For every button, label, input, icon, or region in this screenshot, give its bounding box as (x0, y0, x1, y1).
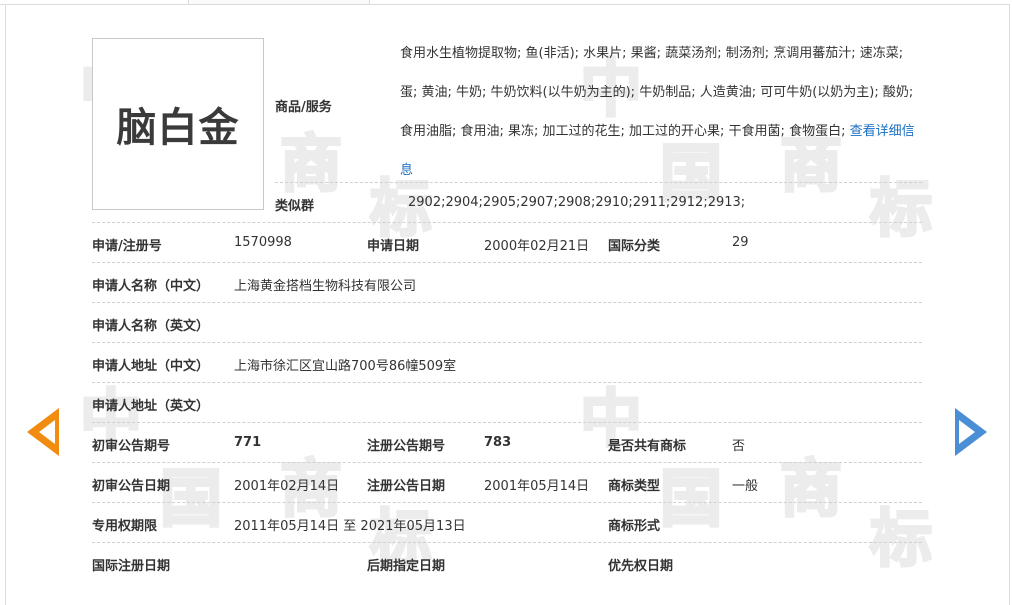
exclusive-label: 专用权期限 (92, 519, 158, 534)
prelim-date-value: 2001年02月14日 (234, 479, 340, 494)
goods-text: 食用水生植物提取物; 鱼(非活); 水果片; 果酱; 蔬菜汤剂; 制汤剂; 烹调… (400, 46, 914, 139)
reg-date-label: 注册公告日期 (367, 479, 446, 494)
applicant-en-label: 申请人名称（英文） (92, 319, 210, 334)
applicant-cn-label: 申请人名称（中文） (92, 279, 210, 294)
intl-class-label: 国际分类 (608, 239, 661, 254)
divider (92, 502, 922, 503)
intl-class-value: 29 (732, 235, 749, 250)
tab-bar (0, 0, 1012, 5)
tm-form-label: 商标形式 (608, 519, 661, 534)
divider (92, 262, 922, 263)
prelim-date-label: 初审公告日期 (92, 479, 171, 494)
divider (92, 382, 922, 383)
tm-type-label: 商标类型 (608, 479, 661, 494)
tab-left[interactable] (0, 0, 188, 5)
trademark-logo-text: 脑白金 (116, 105, 240, 151)
reg-date-value: 2001年05月14日 (484, 479, 590, 494)
divider (92, 422, 922, 423)
tab-active[interactable] (188, 0, 370, 5)
reg-no-value: 1570998 (234, 235, 292, 250)
prelim-issue-label: 初审公告期号 (92, 439, 171, 454)
trademark-image[interactable]: 脑白金 (92, 38, 264, 210)
reg-issue-label: 注册公告期号 (367, 439, 446, 454)
app-date-label: 申请日期 (367, 239, 420, 254)
applicant-cn-value: 上海黄金搭档生物科技有限公司 (234, 279, 417, 294)
app-date-value: 2000年02月21日 (484, 239, 590, 254)
goods-label: 商品/服务 (275, 100, 332, 115)
arrow-right-icon[interactable] (955, 408, 987, 456)
divider (92, 542, 922, 543)
divider (92, 222, 922, 223)
reg-issue-value: 783 (484, 435, 512, 450)
divider (275, 182, 922, 183)
shared-label: 是否共有商标 (608, 439, 687, 454)
similar-group-value: 2902;2904;2905;2907;2908;2910;2911;2912;… (408, 195, 746, 210)
divider (92, 302, 922, 303)
goods-list: 食用水生植物提取物; 鱼(非活); 水果片; 果酱; 蔬菜汤剂; 制汤剂; 烹调… (400, 34, 920, 190)
divider (92, 342, 922, 343)
tm-type-value: 一般 (732, 479, 759, 494)
shared-value: 否 (732, 439, 746, 454)
prelim-issue-value: 771 (234, 435, 262, 450)
divider (92, 462, 922, 463)
address-cn-label: 申请人地址（中文） (92, 359, 210, 374)
later-date-label: 后期指定日期 (367, 559, 446, 574)
address-en-label: 申请人地址（英文） (92, 399, 210, 414)
intl-reg-date-label: 国际注册日期 (92, 559, 171, 574)
priority-date-label: 优先权日期 (608, 559, 674, 574)
arrow-left-icon[interactable] (27, 408, 59, 456)
similar-group-label: 类似群 (275, 199, 315, 214)
exclusive-value: 2011年05月14日 至 2021年05月13日 (234, 519, 466, 534)
reg-no-label: 申请/注册号 (92, 239, 162, 254)
address-cn-value: 上海市徐汇区宜山路700号86幢509室 (234, 359, 457, 374)
